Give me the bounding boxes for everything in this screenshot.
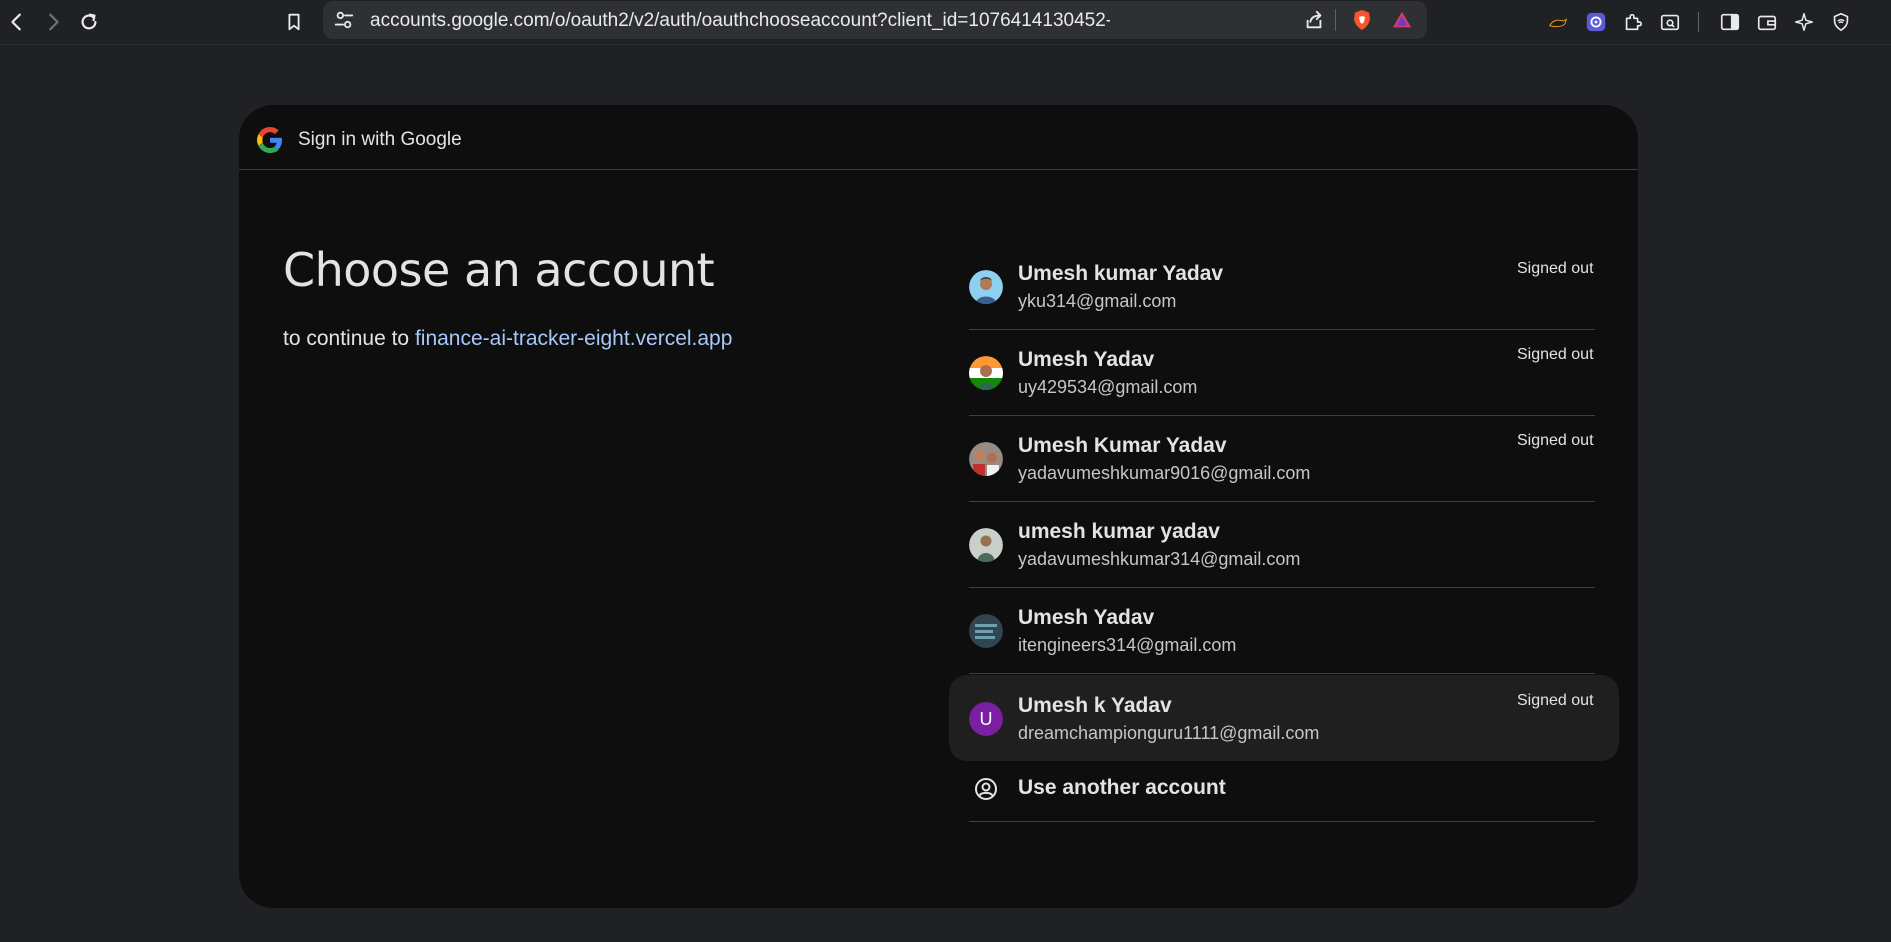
avatar xyxy=(969,614,1003,648)
address-bar[interactable]: accounts.google.com/o/oauth2/v2/auth/oau… xyxy=(323,1,1427,39)
account-name: Umesh k Yadav xyxy=(1018,694,1172,717)
account-name: umesh kumar yadav xyxy=(1018,520,1220,543)
share-icon[interactable] xyxy=(1303,9,1325,31)
account-email: yku314@gmail.com xyxy=(1018,291,1177,311)
use-another-account-label: Use another account xyxy=(1018,776,1226,799)
avatar xyxy=(969,270,1003,304)
divider xyxy=(969,587,1595,588)
google-logo-icon xyxy=(257,127,282,153)
account-email: itengineers314@gmail.com xyxy=(1018,635,1237,655)
continue-prefix: to continue to xyxy=(283,327,410,350)
app-name-link[interactable]: finance-ai-tracker-eight.vercel.app xyxy=(415,327,732,350)
account-item[interactable]: U Umesh k Yadav dreamchampionguru1111@gm… xyxy=(949,675,1619,761)
signed-out-status: Signed out xyxy=(1517,346,1594,363)
screenshot-search-icon[interactable] xyxy=(1654,6,1686,38)
sidebar-icon[interactable] xyxy=(1714,6,1746,38)
extension-gear-icon[interactable] xyxy=(1580,6,1612,38)
divider xyxy=(969,329,1595,330)
forward-icon[interactable] xyxy=(37,6,69,38)
account-email: dreamchampionguru1111@gmail.com xyxy=(1018,723,1320,743)
back-icon[interactable] xyxy=(1,6,33,38)
wallet-icon[interactable] xyxy=(1751,6,1783,38)
extensions-puzzle-icon[interactable] xyxy=(1617,6,1649,38)
continue-text: to continue to finance-ai-tracker-eight.… xyxy=(283,327,732,351)
account-item[interactable]: Umesh Yadav uy429534@gmail.com Signed ou… xyxy=(969,329,1594,416)
sign-in-card: Sign in with Google Choose an account to… xyxy=(239,105,1638,908)
account-email: uy429534@gmail.com xyxy=(1018,377,1198,397)
avatar xyxy=(969,442,1003,476)
divider xyxy=(969,415,1595,416)
account-item[interactable]: Umesh Yadav itengineers314@gmail.com xyxy=(969,587,1399,674)
account-circle-icon xyxy=(975,778,997,800)
account-item[interactable]: umesh kumar yadav yadavumeshkumar314@gma… xyxy=(969,501,1399,588)
account-item[interactable]: Umesh Kumar Yadav yadavumeshkumar9016@gm… xyxy=(969,415,1594,502)
avatar-letter: U xyxy=(969,702,1003,736)
divider xyxy=(969,501,1595,502)
site-settings-icon[interactable] xyxy=(333,9,355,31)
card-header: Sign in with Google xyxy=(239,105,1638,170)
account-email: yadavumeshkumar314@gmail.com xyxy=(1018,549,1301,569)
bookmark-icon[interactable] xyxy=(278,6,310,38)
page-title: Choose an account xyxy=(283,243,715,297)
avatar xyxy=(969,356,1003,390)
use-another-account-button[interactable]: Use another account xyxy=(969,755,1595,822)
account-name: Umesh Yadav xyxy=(1018,348,1155,371)
vpn-shield-icon[interactable] xyxy=(1825,6,1857,38)
signed-out-status: Signed out xyxy=(1517,432,1594,449)
url-separator xyxy=(1335,9,1336,31)
divider xyxy=(969,673,1595,674)
avatar xyxy=(969,528,1003,562)
header-title: Sign in with Google xyxy=(298,129,462,150)
toolbar-separator xyxy=(1698,12,1699,32)
reload-icon[interactable] xyxy=(73,6,105,38)
account-name: Umesh Yadav xyxy=(1018,606,1155,629)
avatar: U xyxy=(969,702,1003,736)
url-text[interactable]: accounts.google.com/o/oauth2/v2/auth/oau… xyxy=(370,10,1110,32)
brave-rewards-icon[interactable] xyxy=(1390,9,1414,31)
account-name: Umesh kumar Yadav xyxy=(1018,262,1224,285)
browser-toolbar: accounts.google.com/o/oauth2/v2/auth/oau… xyxy=(0,0,1891,45)
signed-out-status: Signed out xyxy=(1517,692,1594,709)
account-item[interactable]: Umesh kumar Yadav yku314@gmail.com Signe… xyxy=(969,243,1594,330)
account-name: Umesh Kumar Yadav xyxy=(1018,434,1227,457)
brave-shields-icon[interactable] xyxy=(1350,8,1374,32)
signed-out-status: Signed out xyxy=(1517,260,1594,277)
extension-bird-icon[interactable] xyxy=(1542,6,1574,38)
leo-ai-icon[interactable] xyxy=(1788,6,1820,38)
account-email: yadavumeshkumar9016@gmail.com xyxy=(1018,463,1311,483)
